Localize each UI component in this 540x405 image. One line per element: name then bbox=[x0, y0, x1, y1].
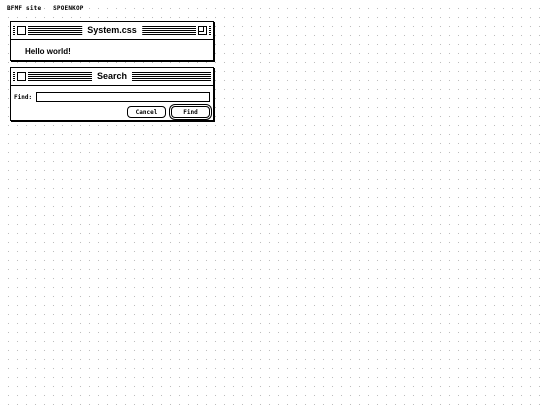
close-icon[interactable] bbox=[15, 70, 28, 83]
title-bar[interactable]: System.css bbox=[13, 24, 211, 37]
window-search-dialog: Search Find: Cancel Find bbox=[10, 67, 214, 121]
cancel-button[interactable]: Cancel bbox=[127, 106, 166, 118]
window-system-css: System.css Hello world! bbox=[10, 21, 214, 61]
hello-text: Hello world! bbox=[25, 47, 71, 56]
menu-link-bfmf-site[interactable]: BFMF site bbox=[7, 5, 41, 12]
button-row: Cancel Find bbox=[11, 102, 213, 122]
find-input[interactable] bbox=[36, 92, 210, 102]
top-menu-bar: BFMF site SPOENKOP bbox=[7, 5, 92, 12]
find-label: Find: bbox=[14, 93, 33, 101]
zoom-icon[interactable] bbox=[196, 24, 209, 37]
title-bar[interactable]: Search bbox=[13, 70, 211, 83]
dialog-title: Search bbox=[91, 70, 133, 83]
window-title: System.css bbox=[82, 24, 142, 37]
menu-link-spoenkop[interactable]: SPOENKOP bbox=[53, 5, 84, 12]
find-button[interactable]: Find bbox=[171, 106, 210, 118]
close-icon[interactable] bbox=[15, 24, 28, 37]
find-row: Find: bbox=[11, 86, 213, 102]
